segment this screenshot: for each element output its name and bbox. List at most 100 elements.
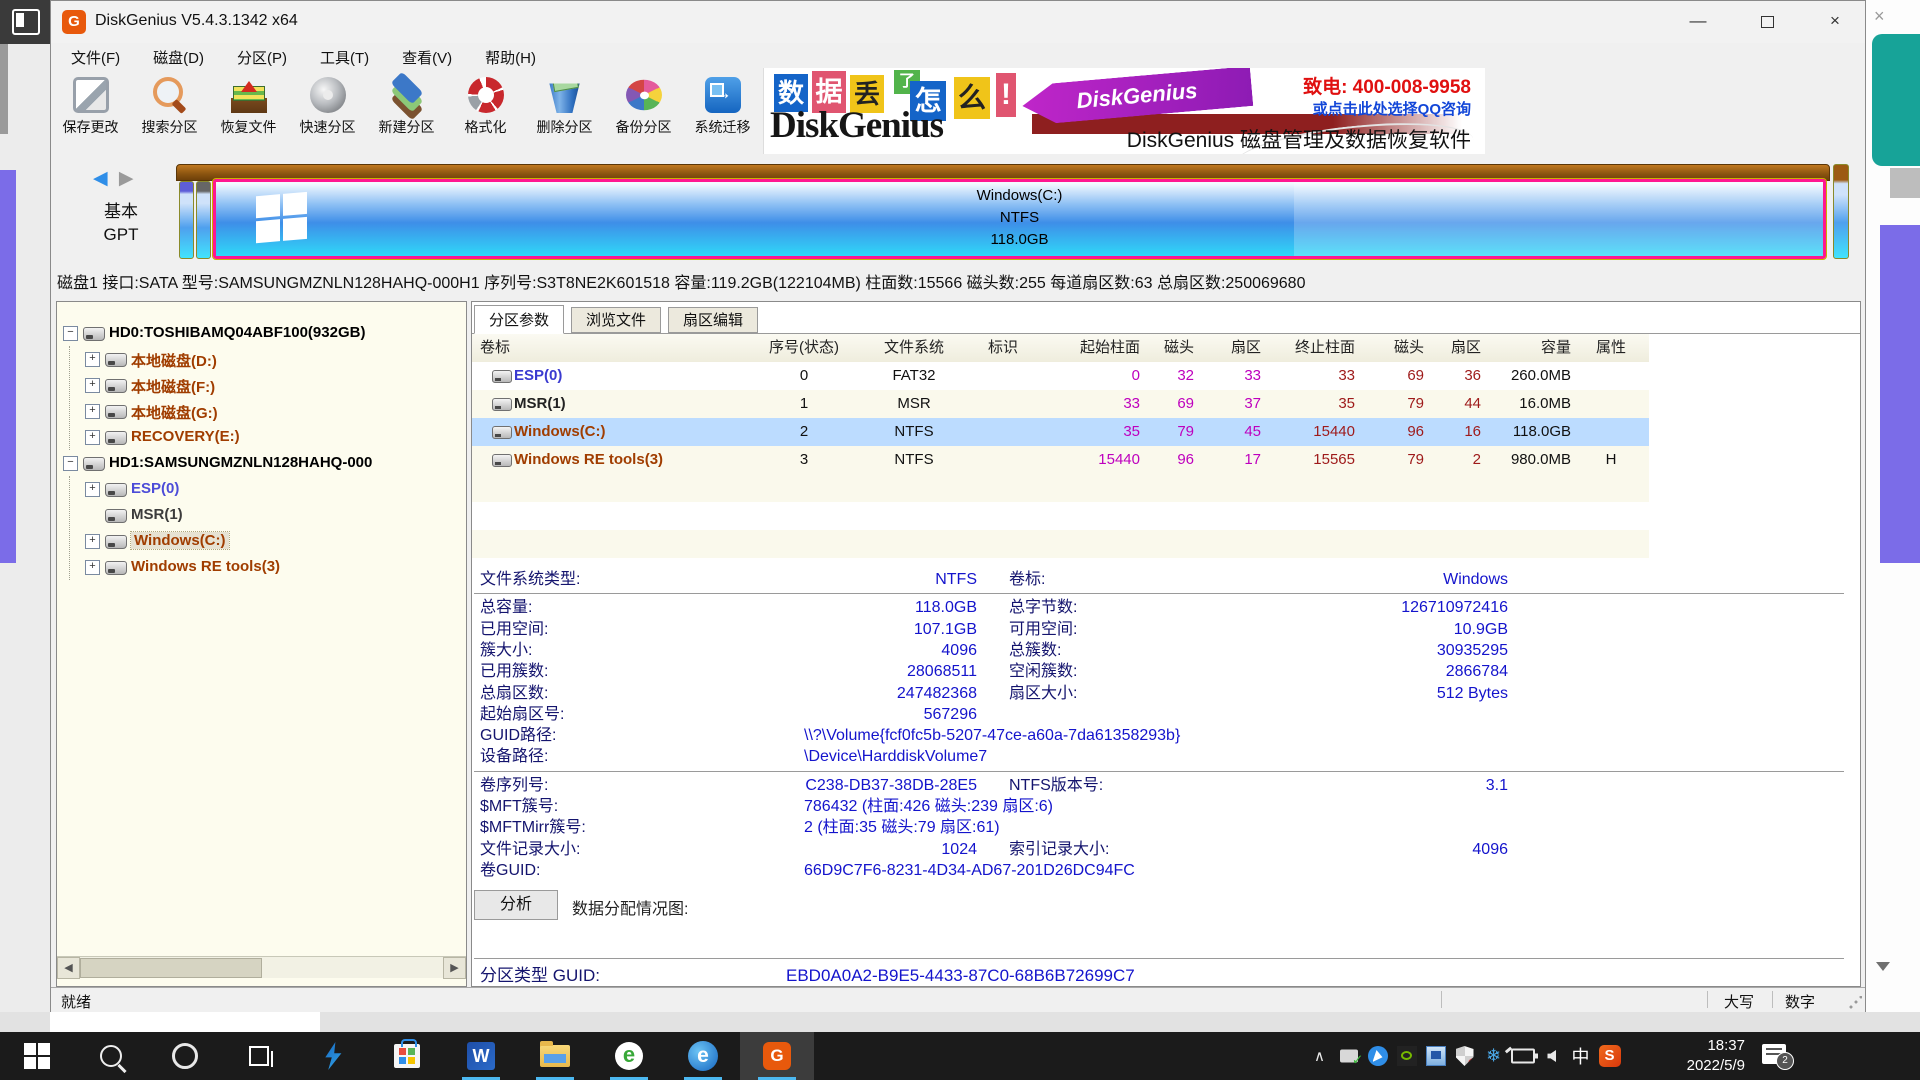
volume-name: Windows RE tools(3) bbox=[514, 446, 663, 474]
maximize-button[interactable] bbox=[1736, 1, 1798, 41]
taskbar-app-diskgenius[interactable]: G bbox=[740, 1032, 814, 1080]
tree-item[interactable]: +本地磁盘(G:) bbox=[57, 398, 466, 424]
partition-row[interactable]: MSR(1)1MSR33693735794416.0MB bbox=[472, 390, 1649, 418]
tree-item[interactable]: −HD0:TOSHIBAMQ04ABF100(932GB) bbox=[57, 320, 466, 346]
tray-intel[interactable] bbox=[1421, 1032, 1450, 1080]
menu-item[interactable]: 磁盘(D) bbox=[141, 43, 216, 72]
cell-end-sector: 36 bbox=[1426, 362, 1483, 390]
taskbar-app-explorer[interactable] bbox=[518, 1032, 592, 1080]
taskbar-app-word[interactable]: W bbox=[444, 1032, 518, 1080]
taskbar-app-store[interactable] bbox=[370, 1032, 444, 1080]
tray-nvidia[interactable] bbox=[1392, 1032, 1421, 1080]
cell-start-head: 79 bbox=[1142, 418, 1196, 446]
toolbar-button-recover[interactable]: 恢复文件 bbox=[209, 74, 288, 152]
taskbar-app-start[interactable] bbox=[0, 1032, 74, 1080]
minimize-button[interactable]: — bbox=[1667, 1, 1729, 41]
detail-row: 卷序列号:C238-DB37-38DB-28E5NTFS版本号:3.1 bbox=[472, 775, 1852, 796]
tray-bird[interactable] bbox=[1363, 1032, 1392, 1080]
taskbar-clock[interactable]: 18:37 2022/5/9 bbox=[1630, 1036, 1745, 1076]
collapse-icon[interactable]: − bbox=[63, 456, 78, 471]
expand-icon[interactable]: + bbox=[85, 378, 100, 393]
expand-icon[interactable]: + bbox=[85, 430, 100, 445]
tray-ime[interactable]: 中 bbox=[1566, 1032, 1595, 1080]
partition-block-re-tools[interactable] bbox=[1833, 164, 1849, 259]
toolbar-button-save[interactable]: 保存更改 bbox=[51, 74, 130, 152]
expand-icon[interactable]: + bbox=[85, 534, 100, 549]
taskbar-app-thunder[interactable] bbox=[296, 1032, 370, 1080]
menu-item[interactable]: 查看(V) bbox=[390, 43, 464, 72]
taskbar-app-search[interactable] bbox=[74, 1032, 148, 1080]
status-separator bbox=[1441, 991, 1442, 1008]
resize-grip[interactable] bbox=[1849, 996, 1862, 1009]
ad-banner[interactable]: 数据丢了怎么! DiskGenius DiskGenius 致电: 400-00… bbox=[763, 68, 1485, 154]
tray-power[interactable] bbox=[1508, 1032, 1537, 1080]
menu-item[interactable]: 分区(P) bbox=[225, 43, 299, 72]
menu-item[interactable]: 帮助(H) bbox=[473, 43, 548, 72]
nav-forward-icon[interactable]: ▶ bbox=[119, 168, 134, 189]
expand-icon[interactable]: + bbox=[85, 352, 100, 367]
partition-row[interactable]: ESP(0)0FAT3203233336936260.0MB bbox=[472, 362, 1649, 390]
detail-value: 1024 bbox=[602, 839, 977, 860]
toolbar-button-search[interactable]: 搜索分区 bbox=[130, 74, 209, 152]
tray-snowflake[interactable]: ❄ bbox=[1479, 1032, 1508, 1080]
tree-item[interactable]: +本地磁盘(D:) bbox=[57, 346, 466, 372]
menu-item[interactable]: 文件(F) bbox=[59, 43, 132, 72]
tree-item[interactable]: +ESP(0) bbox=[57, 476, 466, 502]
toolbar-button-backup[interactable]: 备份分区 bbox=[604, 74, 683, 152]
tab-扇区编辑[interactable]: 扇区编辑 bbox=[668, 307, 758, 333]
menu-item[interactable]: 工具(T) bbox=[308, 43, 381, 72]
toolbar-button-migrate[interactable]: →系统迁移 bbox=[683, 74, 762, 152]
save-icon bbox=[73, 77, 109, 113]
expand-icon[interactable]: + bbox=[85, 404, 100, 419]
background-fragment bbox=[1890, 168, 1920, 198]
collapse-icon[interactable]: − bbox=[63, 326, 78, 341]
partition-icon bbox=[492, 454, 512, 467]
taskbar-app-cortana[interactable] bbox=[148, 1032, 222, 1080]
scroll-left-button[interactable]: ◀ bbox=[57, 957, 80, 979]
partition-icon bbox=[105, 431, 127, 445]
expand-icon[interactable]: + bbox=[85, 560, 100, 575]
tree-item[interactable]: +Windows(C:) bbox=[57, 528, 466, 554]
tab-浏览文件[interactable]: 浏览文件 bbox=[571, 307, 661, 333]
tree-item[interactable]: +Windows RE tools(3) bbox=[57, 554, 466, 580]
toolbar-button-quick[interactable]: 快速分区 bbox=[288, 74, 367, 152]
tray-printer[interactable] bbox=[1334, 1032, 1363, 1080]
scroll-right-button[interactable]: ▶ bbox=[443, 957, 466, 979]
expand-icon[interactable]: + bbox=[85, 482, 100, 497]
partition-block-esp[interactable] bbox=[179, 181, 194, 259]
taskbar-app-ie[interactable]: e bbox=[592, 1032, 666, 1080]
scrollbar-thumb[interactable] bbox=[80, 958, 262, 978]
analyze-button[interactable]: 分析 bbox=[474, 890, 558, 920]
detail-value: C238-DB37-38DB-28E5 bbox=[602, 775, 977, 796]
cortana-icon bbox=[172, 1043, 198, 1069]
close-button[interactable]: × bbox=[1804, 1, 1866, 41]
header-filesystem: 文件系统 bbox=[859, 334, 969, 362]
cell-end-head: 79 bbox=[1357, 446, 1426, 474]
tray-defender[interactable] bbox=[1450, 1032, 1479, 1080]
detail-label: 设备路径: bbox=[480, 746, 548, 767]
tree-horizontal-scrollbar[interactable]: ◀ ▶ bbox=[57, 956, 466, 978]
partition-row[interactable]: Windows(C:)2NTFS357945154409616118.0GB bbox=[472, 418, 1649, 446]
nav-back-icon[interactable]: ◀ bbox=[93, 168, 108, 189]
partition-block-windows-c[interactable]: Windows(C:) NTFS 118.0GB bbox=[213, 179, 1826, 259]
toolbar-button-delete[interactable]: 删除分区 bbox=[525, 74, 604, 152]
tree-item[interactable]: MSR(1) bbox=[57, 502, 466, 528]
banner-qq-link[interactable]: 或点击此处选择QQ咨询 bbox=[1313, 98, 1471, 119]
tray-sogou[interactable]: S bbox=[1595, 1032, 1624, 1080]
partition-block-msr[interactable] bbox=[196, 181, 211, 259]
tree-item[interactable]: −HD1:SAMSUNGMZNLN128HAHQ-000 bbox=[57, 450, 466, 476]
taskbar-app-edge[interactable]: e bbox=[666, 1032, 740, 1080]
tray-volume[interactable] bbox=[1537, 1032, 1566, 1080]
toolbar-button-format[interactable]: 格式化 bbox=[446, 74, 525, 152]
status-caps: 大写 bbox=[1724, 991, 1754, 1012]
tree-item[interactable]: +本地磁盘(F:) bbox=[57, 372, 466, 398]
tab-分区参数[interactable]: 分区参数 bbox=[474, 305, 564, 334]
taskbar-app-taskview[interactable] bbox=[222, 1032, 296, 1080]
partition-row[interactable]: Windows RE tools(3)3NTFS1544096171556579… bbox=[472, 446, 1649, 474]
tray-chevron[interactable]: ∧ bbox=[1305, 1032, 1334, 1080]
tree-item[interactable]: +RECOVERY(E:) bbox=[57, 424, 466, 450]
toolbar-button-new[interactable]: 新建分区 bbox=[367, 74, 446, 152]
banner-slogan: DiskGenius 磁盘管理及数据恢复软件 bbox=[1127, 124, 1471, 154]
title-bar[interactable]: G DiskGenius V5.4.3.1342 x64 — × bbox=[51, 1, 1865, 43]
action-center-icon[interactable]: 2 bbox=[1762, 1044, 1786, 1064]
